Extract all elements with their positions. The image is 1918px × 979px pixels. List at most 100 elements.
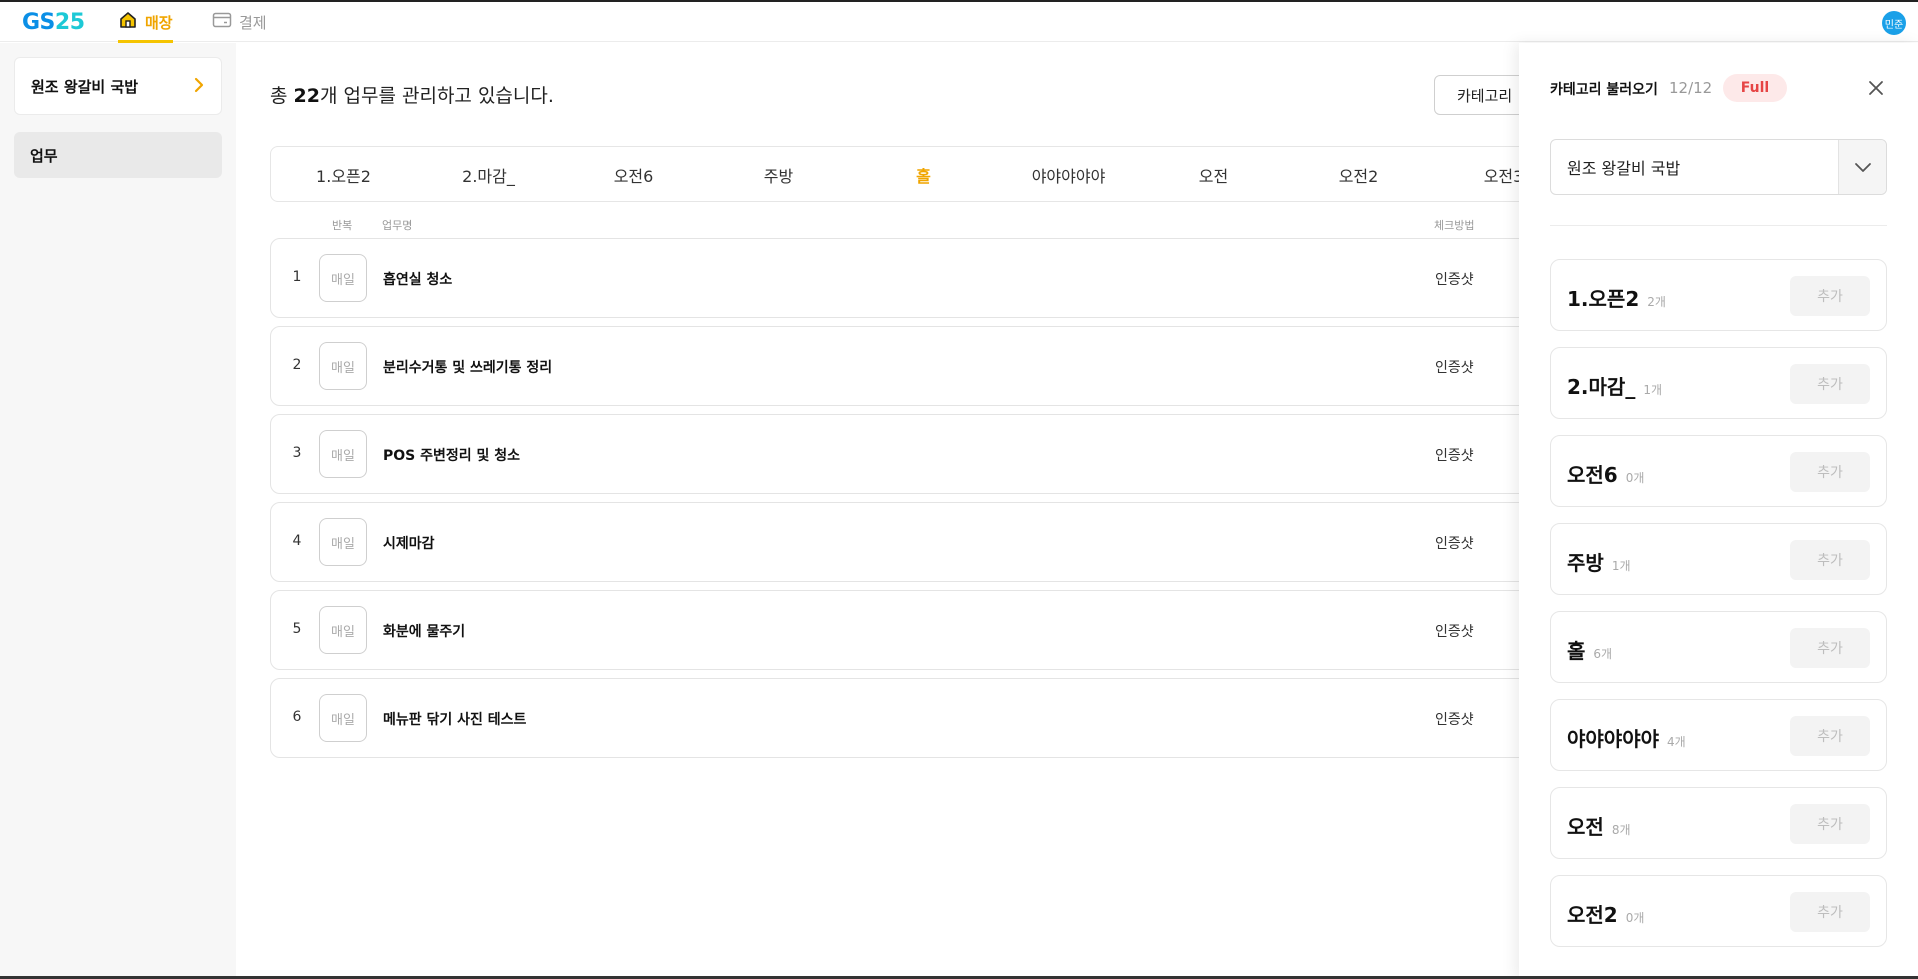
check-method: 인증샷: [1435, 360, 1474, 376]
repeat-badge[interactable]: 매일: [319, 694, 367, 742]
store-select-dropdown[interactable]: 원조 왕갈비 국밥: [1550, 139, 1887, 195]
task-number: 5: [292, 621, 302, 637]
repeat-badge[interactable]: 매일: [319, 342, 367, 390]
panel-count: 12/12: [1669, 79, 1713, 97]
tab-payment-label: 결제: [239, 13, 267, 32]
check-method: 인증샷: [1435, 448, 1474, 464]
category-card-name: 오전2 0개: [1567, 899, 1644, 928]
task-number: 3: [292, 445, 302, 461]
tab-payment[interactable]: 결제: [212, 2, 267, 42]
logo-gs: GS: [22, 10, 55, 35]
category-tabs: 1.오픈2 2.마감_ 오전6 주방 홀 야야야야야 오전 오전2 오전3: [270, 146, 1600, 202]
add-category-button[interactable]: 추가: [1790, 276, 1870, 316]
card-icon: [212, 11, 232, 33]
task-name: 화분에 물주기: [383, 624, 466, 640]
tab-store[interactable]: 매장: [118, 2, 173, 43]
add-category-button[interactable]: 추가: [1790, 716, 1870, 756]
category-card-name: 야야야야야 4개: [1567, 723, 1686, 752]
gs25-logo[interactable]: GS25: [22, 10, 85, 35]
category-import-panel: 카테고리 불러오기 12/12 Full 원조 왕갈비 국밥 1.오픈2 2개 추…: [1519, 43, 1918, 979]
sidebar-item-tasks[interactable]: 업무: [14, 132, 222, 178]
category-count: 1개: [1643, 383, 1663, 397]
repeat-badge[interactable]: 매일: [319, 518, 367, 566]
category-count: 0개: [1625, 471, 1645, 485]
check-method: 인증샷: [1435, 272, 1474, 288]
category-card: 1.오픈2 2개 추가: [1550, 259, 1887, 331]
column-header-repeat: 반복: [332, 219, 353, 232]
category-name: 오전2: [1567, 903, 1618, 927]
category-card-name: 주방 1개: [1567, 547, 1631, 576]
category-name: 오전: [1567, 815, 1604, 839]
panel-divider: [1550, 225, 1887, 226]
sidebar: 원조 왕갈비 국밥 업무: [0, 43, 236, 979]
repeat-badge[interactable]: 매일: [319, 430, 367, 478]
category-card-name: 2.마감_ 1개: [1567, 371, 1662, 400]
category-name: 야야야야야: [1567, 727, 1659, 751]
tab-category[interactable]: 오전6: [561, 147, 706, 201]
logo-25: 25: [54, 10, 85, 35]
category-card: 야야야야야 4개 추가: [1550, 699, 1887, 771]
chevron-right-icon: [193, 74, 205, 98]
category-count: 1개: [1611, 559, 1631, 573]
check-method: 인증샷: [1435, 536, 1474, 552]
task-row[interactable]: 4 매일 시제마감 인증샷: [270, 502, 1600, 582]
store-selector[interactable]: 원조 왕갈비 국밥: [14, 57, 222, 115]
check-method: 인증샷: [1435, 624, 1474, 640]
task-row[interactable]: 6 매일 메뉴판 닦기 사진 테스트 인증샷: [270, 678, 1600, 758]
home-icon: [118, 10, 138, 34]
category-card: 오전 8개 추가: [1550, 787, 1887, 859]
task-name: 흡연실 청소: [383, 272, 453, 288]
full-badge: Full: [1723, 74, 1787, 102]
store-select-value: 원조 왕갈비 국밥: [1567, 159, 1681, 178]
tab-category[interactable]: 1.오픈2: [271, 147, 416, 201]
task-number: 6: [292, 709, 302, 725]
category-name: 홀: [1567, 639, 1586, 663]
user-avatar[interactable]: 민준: [1882, 11, 1906, 35]
tab-category[interactable]: 2.마감_: [416, 147, 561, 201]
column-header-name: 업무명: [382, 219, 413, 232]
task-row[interactable]: 1 매일 흡연실 청소 인증샷: [270, 238, 1600, 318]
tab-category[interactable]: 오전: [1141, 147, 1286, 201]
check-method: 인증샷: [1435, 712, 1474, 728]
task-row[interactable]: 5 매일 화분에 물주기 인증샷: [270, 590, 1600, 670]
task-name: 메뉴판 닦기 사진 테스트: [383, 712, 527, 728]
category-name: 오전6: [1567, 463, 1618, 487]
task-row[interactable]: 2 매일 분리수거통 및 쓰레기통 정리 인증샷: [270, 326, 1600, 406]
category-card: 주방 1개 추가: [1550, 523, 1887, 595]
add-category-button[interactable]: 추가: [1790, 804, 1870, 844]
category-count: 0개: [1625, 911, 1645, 925]
task-name: 분리수거통 및 쓰레기통 정리: [383, 360, 553, 376]
top-header: GS25 매장 결제 민준: [0, 2, 1918, 43]
task-total-text: 총 22개 업무를 관리하고 있습니다.: [270, 81, 554, 108]
repeat-badge[interactable]: 매일: [319, 606, 367, 654]
repeat-badge[interactable]: 매일: [319, 254, 367, 302]
category-name: 주방: [1567, 551, 1604, 575]
add-category-button[interactable]: 추가: [1790, 628, 1870, 668]
add-category-button[interactable]: 추가: [1790, 452, 1870, 492]
category-card: 홀 6개 추가: [1550, 611, 1887, 683]
total-prefix: 총: [270, 85, 294, 107]
task-number: 2: [292, 357, 302, 373]
category-count: 6개: [1593, 647, 1613, 661]
task-name: 시제마감: [383, 536, 435, 552]
store-name: 원조 왕갈비 국밥: [31, 77, 139, 96]
tab-category-active[interactable]: 홀: [851, 147, 996, 201]
chevron-down-icon[interactable]: [1838, 140, 1886, 194]
category-name: 2.마감_: [1567, 375, 1636, 399]
task-name: POS 주변정리 및 청소: [383, 448, 521, 464]
tab-category[interactable]: 오전2: [1286, 147, 1431, 201]
tab-category[interactable]: 주방: [706, 147, 851, 201]
total-count: 22: [293, 85, 320, 107]
add-category-button[interactable]: 추가: [1790, 540, 1870, 580]
category-card: 오전2 0개 추가: [1550, 875, 1887, 947]
task-number: 4: [292, 533, 302, 549]
tab-category[interactable]: 야야야야야: [996, 147, 1141, 201]
task-number: 1: [292, 269, 302, 285]
category-card: 2.마감_ 1개 추가: [1550, 347, 1887, 419]
close-icon[interactable]: [1865, 77, 1887, 99]
task-row[interactable]: 3 매일 POS 주변정리 및 청소 인증샷: [270, 414, 1600, 494]
category-card-name: 홀 6개: [1567, 635, 1612, 664]
add-category-button[interactable]: 추가: [1790, 892, 1870, 932]
add-category-button[interactable]: 추가: [1790, 364, 1870, 404]
category-card: 오전6 0개 추가: [1550, 435, 1887, 507]
